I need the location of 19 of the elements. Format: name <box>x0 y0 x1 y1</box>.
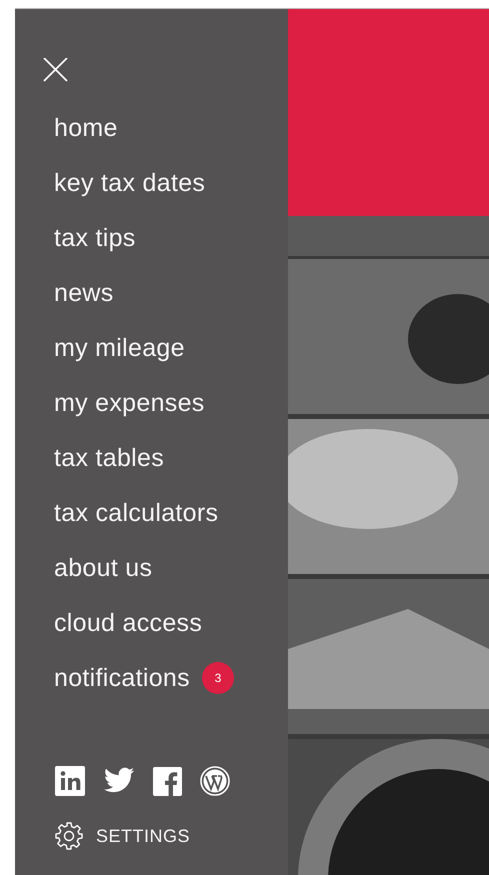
facebook-icon[interactable] <box>153 766 182 796</box>
menu-item[interactable]: tax tips <box>54 222 136 252</box>
close-icon[interactable] <box>43 58 68 82</box>
settings-icon[interactable] <box>54 821 84 851</box>
notification-badge: 3 <box>202 662 234 694</box>
menu-item[interactable]: cloud access <box>54 608 202 638</box>
menu-item[interactable]: key tax dates <box>54 168 206 198</box>
menu-item[interactable]: news <box>54 278 114 308</box>
menu-item[interactable]: tax tables <box>54 442 164 472</box>
menu-item[interactable]: tax calculators <box>54 498 218 528</box>
settings-link[interactable]: SETTINGS <box>96 826 190 846</box>
menu-item[interactable]: home <box>54 112 118 142</box>
linkedin-icon[interactable] <box>55 766 85 796</box>
menu-item[interactable]: my expenses <box>54 388 205 418</box>
bird-icon[interactable] <box>103 767 135 795</box>
menu-item[interactable]: about us <box>54 552 152 582</box>
wordpress-icon[interactable] <box>200 766 230 796</box>
menu-item[interactable]: my mileage <box>54 332 185 362</box>
menu-item[interactable]: notifications <box>54 662 190 692</box>
